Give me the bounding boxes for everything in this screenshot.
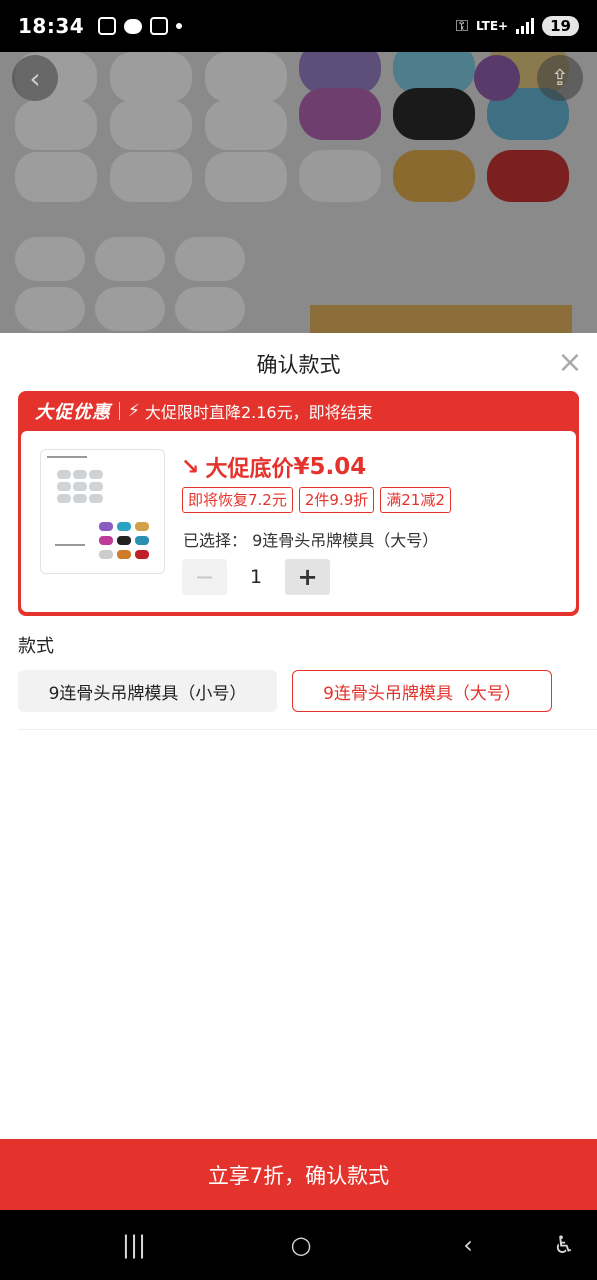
coupon-tag: 满21减2 [380, 487, 451, 513]
recent-apps-button[interactable]: ||| [114, 1230, 154, 1260]
share-icon: ⇪ [550, 65, 570, 91]
back-button[interactable]: ‹ [12, 55, 58, 101]
message-icon [124, 18, 143, 34]
coupon-tag: 2件9.9折 [298, 487, 375, 513]
selected-style: 已选择： 9连骨头吊牌模具（大号） [183, 527, 438, 551]
selected-value: 9连骨头吊牌模具（大号） [252, 531, 439, 550]
promo-header: 大促优惠 ⚡ 大促限时直降2.16元，即将结束 [18, 391, 579, 431]
style-option-small[interactable]: 9连骨头吊牌模具（小号） [18, 670, 277, 712]
promo-divider [119, 402, 120, 420]
lightning-icon: ⚡ [128, 401, 140, 421]
promo-card: 大促优惠 ⚡ 大促限时直降2.16元，即将结束 ↘ 大促底价 ¥5.04 即将恢… [18, 391, 579, 616]
price-label: 大促底价 [205, 457, 294, 482]
system-back-icon: ‹ [463, 1231, 473, 1259]
coupon-tag: 即将恢复7.2元 [182, 487, 293, 513]
accessibility-icon: ♿ [553, 1231, 575, 1259]
promo-brand: 大促优惠 [35, 402, 111, 423]
status-bar: 18:34 ⚿ LTE+ 19 [0, 0, 597, 52]
notification-dot-icon [176, 23, 183, 29]
back-arrow-icon: ‹ [29, 61, 41, 95]
selected-prefix: 已选择： [183, 531, 248, 550]
price-value: ¥5.04 [293, 454, 367, 480]
confirm-style-sheet: 确认款式 × 大促优惠 ⚡ 大促限时直降2.16元，即将结束 ↘ 大促底价 ¥5… [0, 333, 597, 1210]
product-thumbnail[interactable] [40, 449, 165, 574]
promo-body: ↘ 大促底价 ¥5.04 即将恢复7.2元 2件9.9折 满21减2 已选择： … [21, 431, 576, 612]
shop-avatar-button[interactable] [474, 55, 520, 101]
system-back-button[interactable]: ‹ [448, 1230, 488, 1260]
down-trend-arrow-icon: ↘ [181, 454, 200, 480]
vpn-key-icon: ⚿ [455, 16, 469, 35]
quantity-stepper: − 1 + [182, 559, 330, 595]
status-right-icons: ⚿ LTE+ 19 [456, 16, 579, 36]
section-divider [18, 729, 597, 730]
confirm-style-button[interactable]: 立享7折，确认款式 [0, 1139, 597, 1210]
share-button[interactable]: ⇪ [537, 55, 583, 101]
home-icon: ○ [290, 1231, 312, 1259]
plus-icon: + [297, 563, 318, 591]
recent-apps-icon: ||| [121, 1231, 147, 1259]
close-icon: × [557, 345, 583, 380]
system-nav-bar: ||| ○ ‹ ♿ [0, 1210, 597, 1280]
sheet-title: 确认款式 [256, 353, 341, 377]
signal-icon [516, 18, 535, 34]
status-time: 18:34 [18, 14, 85, 38]
status-left-icons [98, 17, 183, 35]
quantity-value[interactable]: 1 [227, 566, 285, 588]
home-button[interactable]: ○ [281, 1230, 321, 1260]
promo-price-row: ↘ 大促底价 ¥5.04 [181, 451, 366, 483]
increase-quantity-button[interactable]: + [285, 559, 330, 595]
decrease-quantity-button[interactable]: − [182, 559, 227, 595]
coupon-tags: 即将恢复7.2元 2件9.9折 满21减2 [182, 487, 451, 513]
screen-record-icon [150, 17, 169, 35]
product-image-backdrop: ‹ ⇪ [0, 52, 597, 333]
network-type: LTE+ [476, 19, 509, 33]
minus-icon: − [194, 563, 215, 591]
style-option-large[interactable]: 9连骨头吊牌模具（大号） [292, 670, 552, 712]
promo-message: 大促限时直降2.16元，即将结束 [144, 403, 373, 422]
screenshot-icon [98, 17, 117, 35]
close-button[interactable]: × [556, 348, 584, 378]
style-section-label: 款式 [18, 636, 54, 657]
battery-indicator: 19 [542, 16, 579, 36]
product-photo-strip [310, 305, 572, 333]
accessibility-button[interactable]: ♿ [544, 1230, 584, 1260]
